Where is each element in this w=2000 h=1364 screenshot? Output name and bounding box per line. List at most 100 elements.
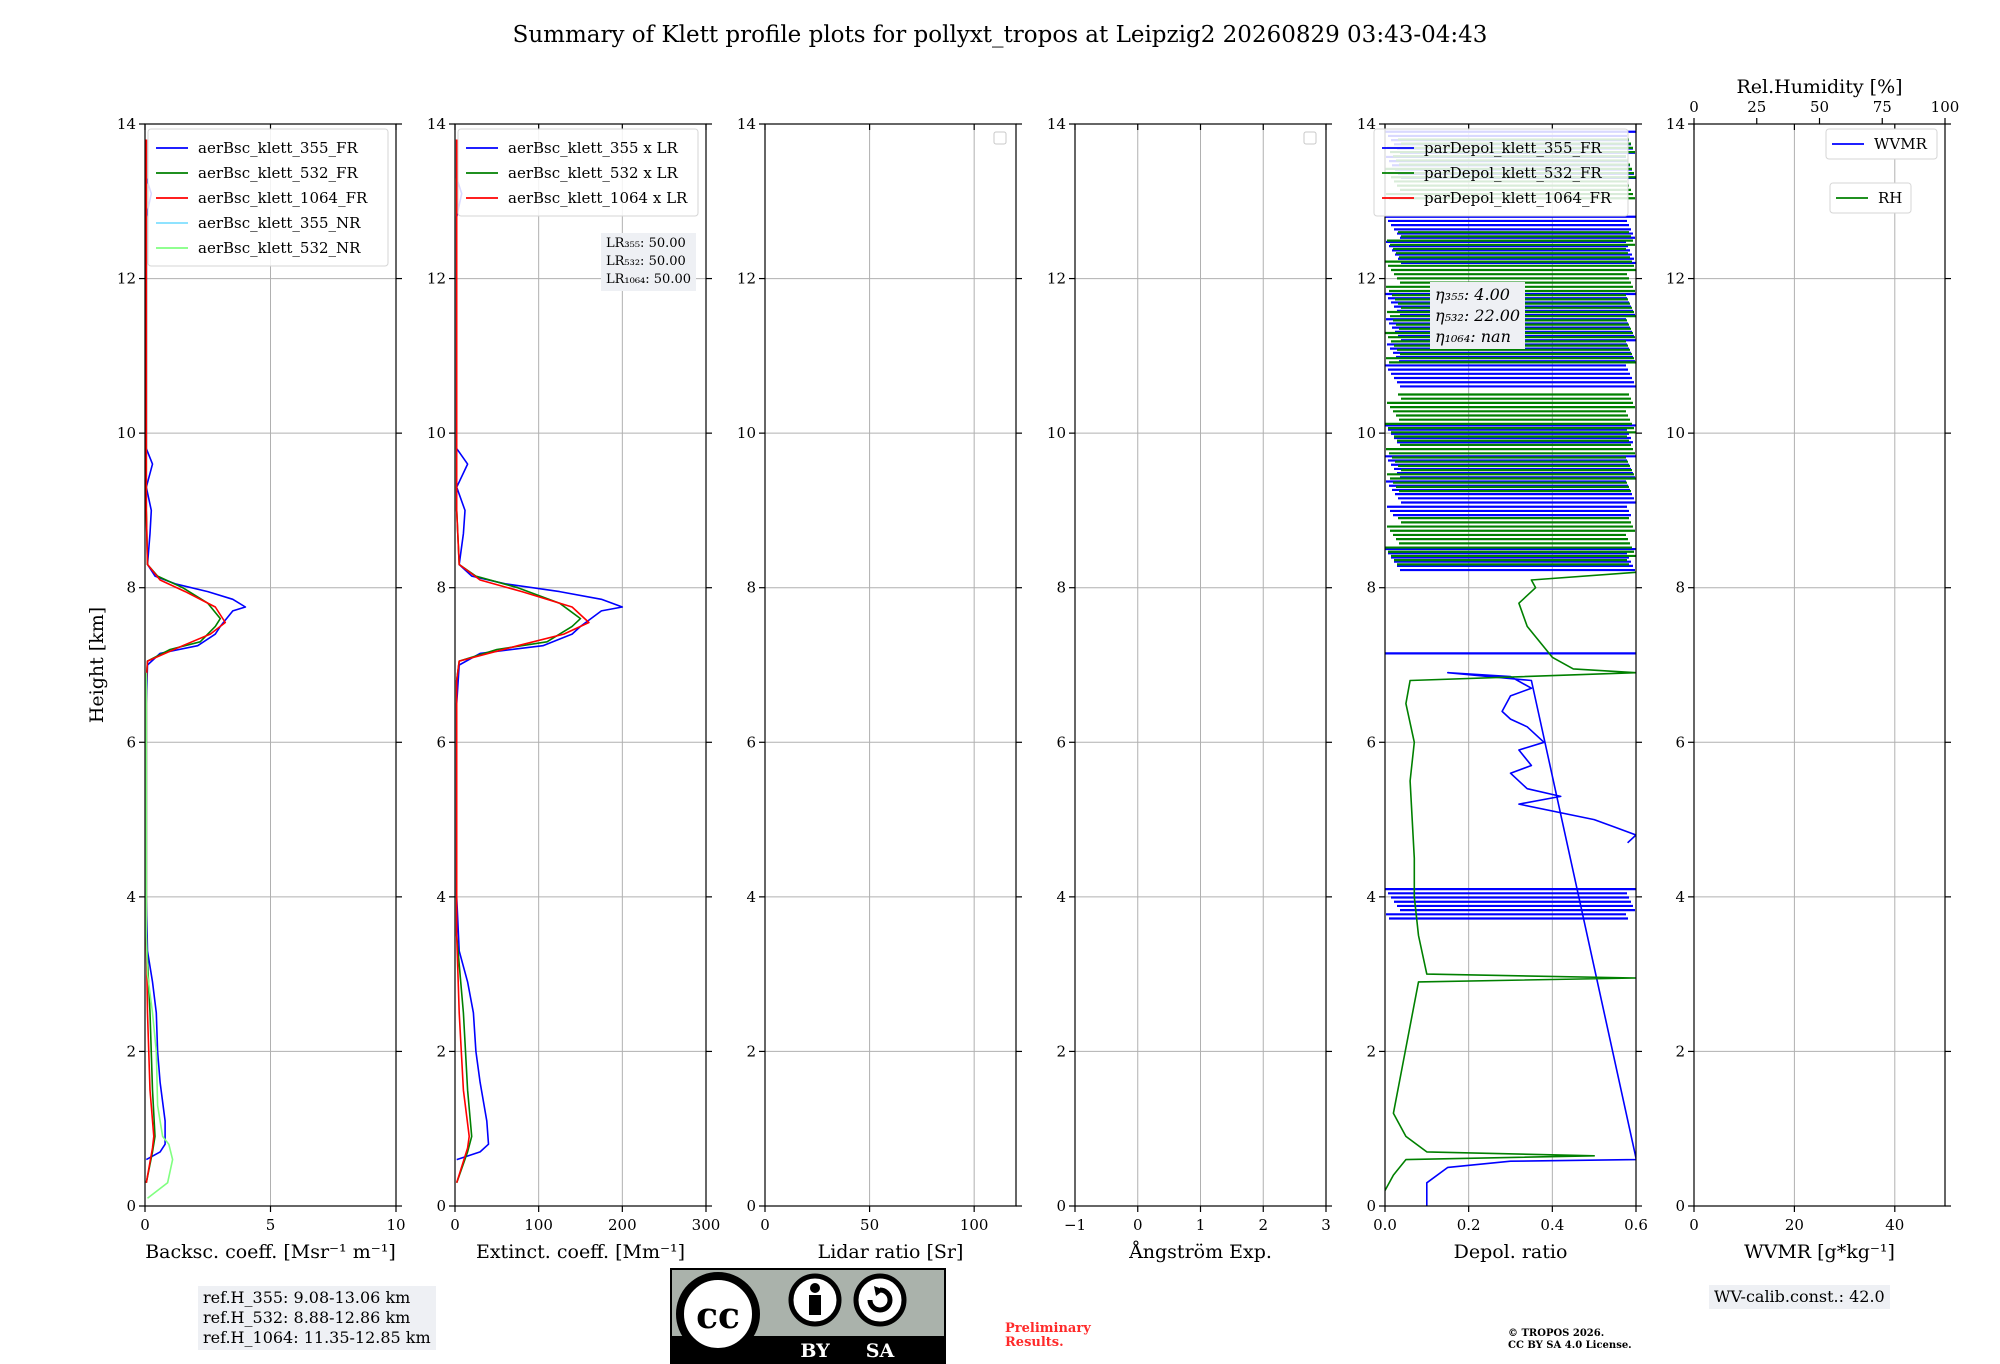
y-tick-label-1: 2 [1366,1042,1376,1060]
y-tick-label-3: 6 [746,733,756,751]
lidar-ratio-box: LR₃₅₅: 50.00 LR₅₃₂: 50.00 LR₁₀₆₄: 50.00 [601,233,696,291]
y-tick-label-1: 2 [746,1042,756,1060]
x-tick-label-0: 0 [140,1216,150,1234]
legend-label-aerBsc_klett_355 x LR: aerBsc_klett_355 x LR [508,139,679,157]
x-axis-label: Depol. ratio [1454,1241,1568,1263]
eta-355: η₃₅₅: 4.00 [1435,285,1510,304]
x-tick-label-1: 0.2 [1457,1216,1481,1234]
y-tick-label-7: 14 [1357,115,1376,133]
klett-profile-figure: 0 5 1002468101214Backsc. coeff. [Msr⁻¹ m⁻¹… [86,76,1959,1263]
y-tick-label-6: 12 [1666,270,1685,288]
x-axis-label: Backsc. coeff. [Msr⁻¹ m⁻¹] [145,1241,396,1263]
x-tick-label-3: 2 [1258,1216,1268,1234]
y-tick-label-2: 4 [1056,888,1066,906]
x-tick-label-0: −1 [1064,1216,1086,1234]
top-x-tick-label-1: 25 [1747,98,1766,116]
plot-area-1 [145,139,247,1199]
ref-height-355: ref.H_355: 9.08-13.06 km [203,1288,411,1307]
y-tick-label-1: 2 [1675,1042,1685,1060]
preliminary-line-1: Preliminary [1005,1321,1091,1336]
y-tick-label-6: 12 [737,270,756,288]
copyright-note: © TROPOS 2026. CC BY SA 4.0 License. [1508,1328,1632,1352]
y-tick-label-4: 8 [436,579,446,597]
y-tick-label-0: 0 [126,1197,136,1215]
y-tick-label-0: 0 [1675,1197,1685,1215]
y-tick-label-2: 4 [126,888,136,906]
legend-label-WVMR: WVMR [1874,135,1928,153]
y-tick-label-7: 14 [427,115,446,133]
by-person-body [809,1295,821,1315]
series-line-aerBsc_klett_355_FR [145,139,247,1161]
legend-label-parDepol_klett_355_FR: parDepol_klett_355_FR [1424,139,1602,157]
y-tick-label-7: 14 [1666,115,1685,133]
wv-calib-box: WV-calib.const.: 42.0 [1709,1285,1890,1309]
x-tick-label-2: 1 [1196,1216,1206,1234]
x-tick-label-0: 0 [1689,1216,1699,1234]
legend-label-aerBsc_klett_532_NR: aerBsc_klett_532_NR [198,239,361,257]
y-tick-label-5: 10 [117,424,136,442]
y-tick-label-5: 10 [1357,424,1376,442]
series-line-aerBsc_klett_532_NR [145,672,174,1199]
x-tick-label-2: 40 [1885,1216,1904,1234]
y-tick-label-4: 8 [1675,579,1685,597]
y-tick-label-6: 12 [1047,270,1066,288]
x-tick-label-0: 0 [450,1216,460,1234]
y-tick-label-7: 14 [737,115,756,133]
y-tick-label-1: 2 [126,1042,136,1060]
panel-1: 0 5 10 0 2 4 6 8 10 12 14 Backsc. coeff. [Msr⁻¹ m⁻¹… [86,115,406,1263]
eta-box: η₃₅₅: 4.00 η₅₃₂: 22.00 η₁₀₆₄: nan [1430,282,1526,349]
x-tick-label-1: 0 [1133,1216,1143,1234]
x-tick-label-2: 100 [960,1216,989,1234]
y-tick-label-6: 12 [117,270,136,288]
reference-height-box: ref.H_355: 9.08-13.06 km ref.H_532: 8.88… [198,1286,436,1350]
copyright-line-2: CC BY SA 4.0 License. [1508,1340,1632,1351]
panel-3: 0 50 100 0 2 4 6 8 10 12 14 Lidar ratio [Sr] [737,115,1022,1263]
lr-532: LR₅₃₂: 50.00 [606,254,686,269]
y-tick-label-5: 10 [737,424,756,442]
x-tick-label-0: 0 [760,1216,770,1234]
badge-by-label: BY [800,1340,830,1362]
y-tick-label-4: 8 [1366,579,1376,597]
panel-4: −1 0 1 2 302468101214Ångström Exp. [1047,115,1332,1263]
y-tick-label-2: 4 [436,888,446,906]
top-x-tick-label-0: 0 [1689,98,1699,116]
wv-calib-const: WV-calib.const.: 42.0 [1714,1287,1885,1306]
panel-6: 0 20 40 0 2 4 6 8 10 12 14 WVMR [g*kg⁻¹] 0 25 50 75 100 R… [1666,76,1959,1263]
legend-label-aerBsc_klett_532_FR: aerBsc_klett_532_FR [198,164,358,182]
y-tick-label-2: 4 [746,888,756,906]
y-tick-label-4: 8 [1056,579,1066,597]
y-tick-label-1: 2 [1056,1042,1066,1060]
legend-label-parDepol_klett_1064_FR: parDepol_klett_1064_FR [1424,189,1612,207]
copyright-line-1: © TROPOS 2026. [1508,1328,1605,1339]
y-tick-label-5: 10 [1047,424,1066,442]
y-tick-label-5: 10 [427,424,446,442]
plot-area-2 [455,139,624,1184]
y-tick-label-6: 12 [427,270,446,288]
y-tick-label-7: 14 [1047,115,1066,133]
y-tick-label-4: 8 [746,579,756,597]
x-tick-label-4: 3 [1321,1216,1331,1234]
lr-1064: LR₁₀₆₄: 50.00 [606,272,691,287]
ref-height-532: ref.H_532: 8.88-12.86 km [203,1308,411,1327]
y-axis-label: Height [km] [86,607,108,723]
legend-label-parDepol_klett_532_FR: parDepol_klett_532_FR [1424,164,1602,182]
y-tick-label-4: 8 [126,579,136,597]
by-person-head [810,1283,820,1293]
legend-label-aerBsc_klett_1064_FR: aerBsc_klett_1064_FR [198,189,368,207]
y-tick-label-0: 0 [436,1197,446,1215]
eta-532: η₅₃₂: 22.00 [1435,306,1521,325]
y-tick-label-5: 10 [1666,424,1685,442]
x-tick-label-1: 50 [860,1216,879,1234]
y-tick-label-6: 12 [1357,270,1376,288]
legend-label-aerBsc_klett_355_NR: aerBsc_klett_355_NR [198,214,361,232]
x-tick-label-3: 300 [692,1216,721,1234]
series-line-aerBsc_klett_355 x LR [455,139,624,1161]
y-tick-label-3: 6 [1056,733,1066,751]
top-x-tick-label-3: 75 [1873,98,1892,116]
x-tick-label-1: 5 [266,1216,276,1234]
badge-sa-label: SA [866,1340,895,1362]
series-line-aerBsc_klett_1064 x LR [455,139,590,1184]
series-line-parDepol_klett_355_FR [1426,671,1636,1206]
preliminary-results-note: Preliminary Results. [1005,1322,1091,1350]
x-axis-label: WVMR [g*kg⁻¹] [1744,1241,1895,1263]
